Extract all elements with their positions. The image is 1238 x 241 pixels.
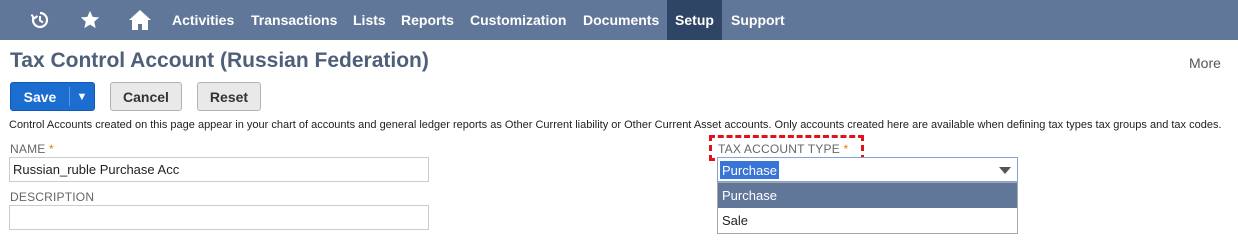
page-title: Tax Control Account (Russian Federation) — [10, 49, 429, 72]
page-description: Control Accounts created on this page ap… — [9, 119, 1222, 131]
tax-account-type-value[interactable]: Purchase — [720, 161, 779, 179]
chevron-down-icon[interactable]: ▼ — [70, 83, 94, 110]
required-mark: * — [49, 142, 54, 156]
name-label: NAME * — [10, 142, 54, 156]
reset-button[interactable]: Reset — [197, 82, 261, 111]
cancel-button[interactable]: Cancel — [110, 82, 182, 111]
nav-documents[interactable]: Documents — [583, 0, 659, 40]
nav-transactions[interactable]: Transactions — [251, 0, 337, 40]
name-field[interactable]: Russian_ruble Purchase Acc — [9, 157, 429, 182]
star-icon[interactable] — [78, 0, 102, 40]
save-button-label[interactable]: Save — [11, 83, 69, 110]
save-button[interactable]: Save ▼ — [10, 82, 95, 111]
description-field[interactable] — [9, 205, 429, 230]
option-sale[interactable]: Sale — [718, 208, 1017, 233]
description-label: DESCRIPTION — [10, 190, 95, 204]
home-icon[interactable] — [127, 0, 153, 40]
nav-setup[interactable]: Setup — [667, 0, 722, 40]
tax-account-type-select[interactable]: Purchase — [717, 157, 1018, 182]
option-purchase[interactable]: Purchase — [718, 183, 1017, 208]
nav-activities[interactable]: Activities — [172, 0, 234, 40]
nav-customization[interactable]: Customization — [470, 0, 566, 40]
nav-reports[interactable]: Reports — [401, 0, 454, 40]
more-link[interactable]: More — [1189, 55, 1221, 71]
name-label-text: NAME — [10, 142, 46, 156]
top-nav: Activities Transactions Lists Reports Cu… — [0, 0, 1238, 40]
recent-icon[interactable] — [28, 0, 52, 40]
dropdown-arrow-icon[interactable] — [999, 167, 1011, 174]
nav-support[interactable]: Support — [731, 0, 785, 40]
tax-account-type-dropdown: Purchase Sale — [717, 182, 1018, 234]
nav-lists[interactable]: Lists — [353, 0, 386, 40]
